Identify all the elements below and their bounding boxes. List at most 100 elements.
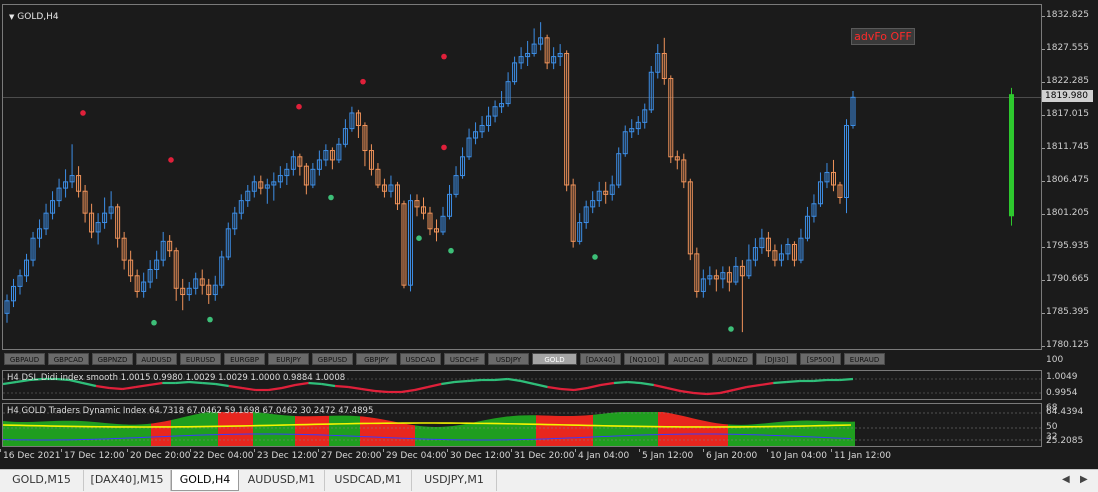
sell-signal-dot <box>296 103 302 110</box>
symbol-button-audnzd[interactable]: AUDNZD <box>712 353 753 365</box>
price-axis-label: 1790.665 <box>1046 274 1089 284</box>
candle <box>505 72 511 107</box>
chart-tab[interactable]: GOLD,M15 <box>0 470 84 491</box>
candle <box>342 119 348 148</box>
price-axis-label: 1795.935 <box>1046 241 1089 251</box>
candle <box>271 172 277 201</box>
symbol-button-gold[interactable]: GOLD <box>532 353 577 365</box>
candle <box>687 178 693 261</box>
symbol-button-eurusd[interactable]: EURUSD <box>180 353 221 365</box>
candle <box>525 40 531 66</box>
dsl-main-line-segment <box>587 383 601 390</box>
symbol-button-audcad[interactable]: AUDCAD <box>668 353 709 365</box>
symbol-button-gbpaud[interactable]: GBPAUD <box>4 353 45 365</box>
symbol-button-gbpjpy[interactable]: GBPJPY <box>356 353 397 365</box>
dsl-main-line-segment <box>773 380 787 385</box>
time-axis-tick <box>511 449 512 452</box>
symbol-button-usdchf[interactable]: USDCHF <box>444 353 485 365</box>
time-axis-tick <box>447 449 448 452</box>
candle <box>674 150 680 170</box>
symbol-button-eurjpy[interactable]: EURJPY <box>268 353 309 365</box>
candle <box>564 50 570 192</box>
candle <box>492 100 498 123</box>
symbol-button-nq100[interactable]: [NQ100] <box>624 353 665 365</box>
collapse-arrow-icon[interactable]: ▼ <box>9 13 14 21</box>
time-axis-tick <box>383 449 384 452</box>
symbol-button-euraud[interactable]: EURAUD <box>844 353 885 365</box>
candle <box>394 181 400 211</box>
symbol-button-usdcad[interactable]: USDCAD <box>400 353 441 365</box>
symbol-button-usdjpy[interactable]: USDJPY <box>488 353 529 365</box>
price-axis-label: 1801.205 <box>1046 208 1089 218</box>
tdi-signal-block <box>218 412 253 446</box>
dsl-main-line-segment <box>600 381 615 387</box>
candle <box>212 275 218 301</box>
dsl-indicator-pane[interactable]: H4 DSL Didi index smooth 1.0015 0.9980 1… <box>2 370 1042 400</box>
candle <box>713 269 719 292</box>
candle <box>89 203 95 239</box>
chart-tab[interactable]: GOLD,H4 <box>171 470 239 491</box>
buy-signal-dot <box>728 326 734 332</box>
candle <box>362 122 368 167</box>
candle <box>258 175 264 195</box>
candle <box>134 269 140 298</box>
dsl-main-line-segment <box>746 383 761 389</box>
candle <box>160 231 166 267</box>
chart-tab[interactable]: AUDUSD,M1 <box>239 470 325 491</box>
dsl-main-line-segment <box>467 378 482 383</box>
chart-tab-bar: ◀ ▶ GOLD,M15 [DAX40],M15 GOLD,H4 AUDUSD,M1 U… <box>0 469 1098 492</box>
symbol-button-dji30[interactable]: [DJI30] <box>756 353 797 365</box>
dsl-main-line-segment <box>348 385 362 391</box>
candle <box>850 91 856 129</box>
candle <box>655 44 661 79</box>
candle <box>609 175 615 201</box>
tdi-indicator-pane[interactable]: H4 GOLD Traders Dynamic Index 64.7318 67… <box>2 403 1042 447</box>
candle <box>596 181 602 207</box>
tdi-signal-block <box>253 412 295 446</box>
candle <box>56 178 62 207</box>
scroll-right-icon[interactable]: ▶ <box>1080 474 1088 485</box>
candle <box>798 228 804 264</box>
candle <box>622 125 628 157</box>
candle <box>225 222 231 261</box>
candle <box>381 178 387 198</box>
tdi-indicator-label: H4 GOLD Traders Dynamic Index 64.7318 67… <box>7 406 374 416</box>
dsl-main-line-segment <box>202 381 216 386</box>
chart-tab[interactable]: USDJPY,M1 <box>412 470 497 491</box>
advfo-toggle-button[interactable]: advFo OFF <box>851 28 915 45</box>
symbol-button-dax40[interactable]: [DAX40] <box>580 353 621 365</box>
buy-signal-dot <box>448 247 454 254</box>
dsl-main-line-segment <box>135 383 150 389</box>
sell-signal-dot <box>80 110 86 116</box>
chart-tab[interactable]: [DAX40],M15 <box>84 470 171 491</box>
candle <box>336 138 342 164</box>
candle <box>147 260 153 289</box>
symbol-button-eurgbp[interactable]: EURGBP <box>224 353 265 365</box>
price-chart-pane[interactable]: ▼ GOLD,H4 <box>2 4 1042 350</box>
symbol-button-sp500[interactable]: [SP500] <box>800 353 841 365</box>
dsl-main-line-segment <box>613 380 628 385</box>
candle <box>460 147 466 179</box>
time-axis-label: 20 Dec 20:00 <box>130 451 191 461</box>
tdi-signal-block <box>593 412 658 446</box>
candle <box>583 200 589 229</box>
dsl-main-line-segment <box>268 386 283 392</box>
candle <box>804 206 810 242</box>
candlestick-chart <box>3 22 1041 333</box>
chart-tab[interactable]: USDCAD,M1 <box>325 470 412 491</box>
symbol-button-gbpnzd[interactable]: GBPNZD <box>92 353 133 365</box>
candle <box>375 163 381 189</box>
candle <box>82 184 88 223</box>
scroll-left-icon[interactable]: ◀ <box>1062 474 1070 485</box>
symbol-button-audusd[interactable]: AUDUSD <box>136 353 177 365</box>
time-axis-tick <box>127 449 128 452</box>
price-axis-tick <box>1042 49 1045 50</box>
dsl-main-line-segment <box>82 381 97 388</box>
candle <box>440 206 446 236</box>
symbol-button-gbpcad[interactable]: GBPCAD <box>48 353 89 365</box>
price-axis-label: 1806.475 <box>1046 175 1089 185</box>
dsl-main-line-segment <box>95 384 110 390</box>
candle <box>707 266 713 286</box>
time-axis-label: 29 Dec 04:00 <box>386 451 447 461</box>
symbol-button-gbpusd[interactable]: GBPUSD <box>312 353 353 365</box>
